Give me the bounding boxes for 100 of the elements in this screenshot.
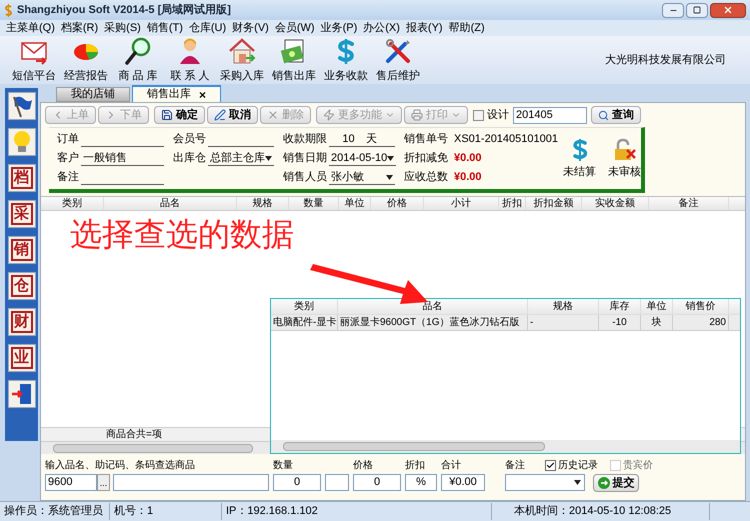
- menu-item[interactable]: 仓库(U): [188, 20, 226, 36]
- toolbar-button[interactable]: 取消: [207, 106, 258, 124]
- input-field[interactable]: 0: [353, 474, 401, 491]
- status-text: 机号：1: [110, 503, 222, 520]
- toolbar-button[interactable]: 销售出库: [268, 36, 320, 84]
- checkbox[interactable]: [545, 460, 556, 470]
- toolbar-button[interactable]: 经营报告: [60, 36, 112, 84]
- column-header: 规格: [237, 197, 289, 210]
- checkbox[interactable]: [473, 110, 484, 120]
- dropdown-field[interactable]: 总部主仓库: [208, 151, 274, 166]
- menu-item[interactable]: 财务(V): [232, 20, 269, 36]
- column-header: 数量: [289, 197, 339, 210]
- lightbulb-button[interactable]: [8, 128, 36, 156]
- dropdown-field[interactable]: 张小敏: [329, 170, 395, 185]
- column-header: 价格: [371, 197, 424, 210]
- field-label: 收款期限: [283, 132, 327, 148]
- tab-close-button[interactable]: ×: [199, 88, 206, 100]
- query-field[interactable]: 201405: [513, 106, 587, 124]
- stamp-button[interactable]: 销: [8, 236, 36, 264]
- stamp-button[interactable]: 档: [8, 164, 36, 192]
- input-field[interactable]: 0: [273, 474, 321, 491]
- input-field[interactable]: 10 天: [329, 132, 395, 147]
- search-label: 输入品名、助记码、条码查选商品: [45, 458, 196, 472]
- input-field[interactable]: 一般销售: [81, 151, 164, 166]
- menu-item[interactable]: 报表(Y): [406, 20, 443, 36]
- input-field[interactable]: ¥0.00: [441, 474, 485, 491]
- status-indicator: 未结算: [563, 138, 596, 180]
- menu-item[interactable]: 办公(X): [363, 20, 400, 36]
- toolbar-button[interactable]: 联 系 人: [164, 36, 216, 84]
- flag-button[interactable]: [8, 92, 36, 120]
- printer-icon: [411, 109, 423, 121]
- horizontal-scrollbar[interactable]: [271, 440, 740, 453]
- status-text: 操作员：系统管理员: [0, 503, 110, 520]
- toolbar-button[interactable]: 确定: [154, 106, 205, 124]
- menu-item[interactable]: 采购(S): [104, 20, 141, 36]
- column-header: 单位: [641, 299, 673, 314]
- table-cell: 块: [641, 315, 673, 330]
- close-icon: [723, 5, 733, 15]
- status-indicator: 未审核: [608, 138, 641, 180]
- annotation-text: 选择查选的数据: [70, 218, 294, 250]
- tab[interactable]: 销售出库 ×: [132, 85, 222, 102]
- query-button[interactable]: 查询: [591, 106, 641, 124]
- toolbar-button[interactable]: 商 品 库: [112, 36, 164, 84]
- table-cell: 丽派显卡9600GT（1G）蓝色冰刀钻石版: [338, 315, 528, 330]
- product-name-field[interactable]: [113, 474, 269, 491]
- stamp-button[interactable]: 采: [8, 200, 36, 228]
- menu-item[interactable]: 帮助(Z): [448, 20, 485, 36]
- toolbar-button[interactable]: 售后维护: [372, 36, 424, 84]
- maximize-button[interactable]: [686, 2, 708, 18]
- table-row[interactable]: 电脑配件-显卡 丽派显卡9600GT（1G）蓝色冰刀钻石版 - -10 块 280: [271, 315, 740, 331]
- field-value: ¥0.00: [454, 170, 482, 186]
- column-header: 单位: [339, 197, 371, 210]
- exit-door-button[interactable]: [8, 380, 36, 408]
- pen-icon: [214, 109, 226, 121]
- menu-item[interactable]: 业务(P): [320, 20, 358, 36]
- stamp-button[interactable]: 财: [8, 308, 36, 336]
- lightning-icon: [323, 109, 335, 121]
- toolbar-button[interactable]: 采购入库: [216, 36, 268, 84]
- field-label: 数量: [273, 459, 293, 472]
- table-cell: -10: [599, 315, 641, 330]
- menu-item[interactable]: 销售(T): [146, 20, 183, 36]
- column-header: 类别: [41, 197, 104, 210]
- code-field[interactable]: 9600: [45, 474, 97, 491]
- field-label: 客户: [57, 150, 79, 166]
- stamp-button[interactable]: 业: [8, 344, 36, 372]
- menu-item[interactable]: 会员(W): [274, 20, 315, 36]
- field-label: 应收总数: [404, 170, 448, 186]
- house-icon: [227, 36, 257, 66]
- field-label: 备注: [57, 170, 79, 186]
- company-name: 大光明科技发展有限公司: [605, 52, 726, 68]
- dropdown-field[interactable]: 2014-05-10: [329, 151, 396, 166]
- caret-icon: [265, 156, 272, 161]
- input-field[interactable]: %: [405, 474, 437, 491]
- column-header: 折扣: [499, 197, 526, 210]
- field-label: 销售人员: [283, 170, 327, 186]
- toolbar-button[interactable]: 业务收款: [320, 36, 372, 84]
- table-cell: 电脑配件-显卡: [271, 315, 338, 330]
- input-field[interactable]: [325, 474, 349, 491]
- browse-button[interactable]: ...: [97, 474, 110, 491]
- column-header: 实收金额: [582, 197, 649, 210]
- status-text: IP：192.168.1.102: [222, 503, 492, 520]
- field-label: 销售单号: [404, 132, 448, 148]
- status-text: 本机时间：2014-05-10 12:08:25: [510, 503, 710, 520]
- toolbar-button[interactable]: 短信平台: [8, 36, 60, 84]
- stamp-button[interactable]: 仓: [8, 272, 36, 300]
- field-value: ¥0.00: [454, 151, 482, 166]
- submit-button[interactable]: 提交: [593, 474, 639, 492]
- field-label: 折扣: [405, 458, 425, 472]
- column-header: 库存: [599, 299, 641, 314]
- field-label: 合计: [441, 458, 461, 472]
- lock-icon: [612, 138, 636, 162]
- close-button[interactable]: [710, 2, 746, 18]
- column-header: 小计: [424, 197, 499, 210]
- field-label: 会员号: [173, 132, 206, 148]
- table-cell: -: [528, 315, 599, 330]
- caret-icon: [386, 175, 393, 180]
- tab[interactable]: 我的店铺: [56, 87, 130, 102]
- menu-item[interactable]: 主菜单(Q): [6, 20, 55, 36]
- search-icon: [598, 110, 609, 120]
- menu-item[interactable]: 档案(R): [60, 20, 98, 36]
